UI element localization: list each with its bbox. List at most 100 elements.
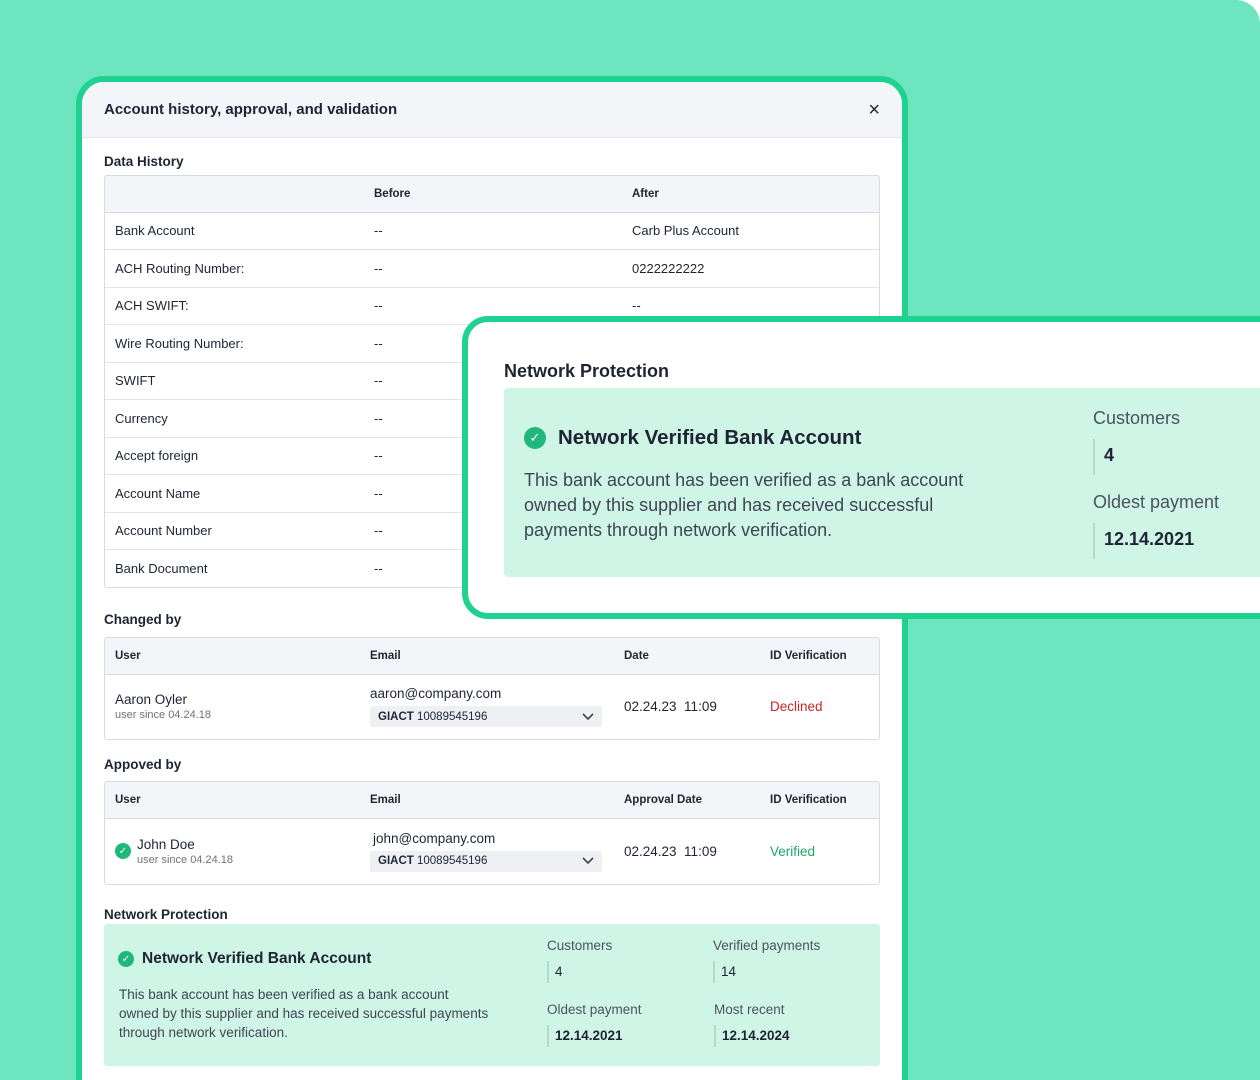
date-cell: 02.24.23 11:09 — [624, 843, 717, 859]
stat-label: Verified payments — [713, 938, 821, 953]
field-label: Bank Document — [115, 561, 208, 576]
changed-by-title: Changed by — [104, 612, 182, 627]
field-label: Account Name — [105, 474, 364, 513]
column-header-user: User — [105, 638, 360, 675]
giact-dropdown[interactable]: GIACT 10089545196 — [370, 850, 602, 872]
column-header-id-verification: ID Verification — [760, 782, 879, 819]
stat-label: Customers — [547, 938, 613, 953]
verified-check-icon: ✓ — [524, 427, 546, 449]
user-cell: ✓ John Doe user since 04.24.18 — [105, 818, 360, 884]
column-header-date: Date — [614, 638, 760, 675]
giact-text: GIACT 10089545196 — [378, 711, 487, 723]
changed-by-table: User Email Date ID Verification Aaron Oy… — [104, 637, 880, 740]
stat-value: 14 — [713, 961, 820, 983]
stat-most-recent: Most recent 12.14.2024 — [714, 1002, 790, 1047]
overlay-stat-oldest-payment: Oldest payment 12.14.2021 — [1093, 492, 1219, 559]
email-cell: aaron@company.com GIACT 10089545196 — [360, 674, 614, 739]
overlay-title: Network Protection — [504, 361, 670, 381]
column-header-before: Before — [364, 176, 622, 213]
user-info: John Doe user since 04.24.18 — [137, 837, 233, 866]
stat-customers: Customers 4 — [547, 938, 612, 983]
field-label: Accept foreign — [105, 437, 364, 475]
stat-label: Oldest payment — [547, 1002, 642, 1017]
user-name: John Doe — [137, 836, 195, 852]
giact-dropdown[interactable]: GIACT 10089545196 — [370, 706, 602, 728]
giact-text: GIACT 10089545196 — [378, 855, 487, 867]
email-cell: john@company.com GIACT 10089545196 — [360, 818, 614, 884]
field-label: ACH Routing Number: — [105, 249, 364, 288]
id-verification-cell: Verified — [760, 818, 879, 884]
table-row: Bank Account -- Carb Plus Account — [105, 212, 879, 250]
overlay-stat-customers: Customers 4 — [1093, 408, 1180, 475]
user-block: ✓ John Doe user since 04.24.18 — [115, 837, 350, 866]
user-email: aaron@company.com — [370, 686, 502, 702]
stat-label: Oldest payment — [1093, 492, 1220, 512]
network-verified-heading-row: ✓ Network Verified Bank Account — [118, 950, 371, 968]
changed-by-header-row: User Email Date ID Verification — [105, 638, 879, 675]
stat-value: 4 — [1093, 439, 1180, 475]
chevron-down-icon — [582, 854, 594, 868]
network-verified-heading: Network Verified Bank Account — [142, 950, 372, 967]
user-name: Aaron Oyler — [115, 692, 188, 708]
field-label: ACH SWIFT: — [105, 287, 364, 325]
giact-id: 10089545196 — [416, 855, 488, 868]
table-row: ✓ John Doe user since 04.24.18 john@comp… — [105, 818, 879, 884]
column-header-email: Email — [360, 638, 614, 675]
verified-check-icon: ✓ — [118, 951, 134, 967]
column-header-after: After — [622, 176, 879, 213]
overlay-heading-row: ✓ Network Verified Bank Account — [524, 426, 861, 450]
user-since: user since 04.24.18 — [115, 709, 212, 722]
giact-label: GIACT — [378, 855, 414, 868]
approved-by-header-row: User Email Approval Date ID Verification — [105, 782, 879, 819]
after-value: 0222222222 — [622, 249, 879, 288]
status-verified: Verified — [770, 843, 816, 859]
column-header-field — [105, 176, 364, 213]
giact-id: 10089545196 — [416, 710, 488, 723]
field-label: Currency — [105, 399, 364, 438]
field-label: Bank Account — [105, 212, 364, 250]
stat-value: 4 — [547, 961, 612, 983]
stat-value: 12.14.2024 — [714, 1025, 790, 1047]
field-label: Wire Routing Number: — [105, 324, 364, 363]
data-history-header-row: Before After — [105, 176, 879, 213]
network-protection-title: Network Protection — [104, 907, 228, 922]
status-declined: Declined — [770, 699, 823, 715]
column-header-approval-date: Approval Date — [614, 782, 760, 819]
id-verification-cell: Declined — [760, 674, 879, 739]
user-email: john@company.com — [373, 830, 496, 846]
stat-value: 12.14.2021 — [1093, 523, 1219, 559]
modal-header: Account history, approval, and validatio… — [82, 82, 902, 138]
column-header-user: User — [105, 782, 360, 819]
after-value: Carb Plus Account — [622, 212, 879, 250]
modal-title: Account history, approval, and validatio… — [104, 101, 398, 118]
table-row: Aaron Oyler user since 04.24.18 aaron@co… — [105, 674, 879, 739]
chevron-down-icon — [582, 710, 594, 724]
data-history-title: Data History — [104, 154, 184, 169]
before-value: -- — [364, 249, 622, 288]
overlay-heading: Network Verified Bank Account — [558, 426, 862, 449]
network-protection-zoom-card: Network Protection ✓ Network Verified Ba… — [462, 316, 1260, 619]
field-label: SWIFT — [105, 362, 364, 400]
network-verified-panel: ✓ Network Verified Bank Account This ban… — [104, 924, 880, 1066]
network-verified-description: This bank account has been verified as a… — [119, 987, 489, 1040]
verified-check-icon: ✓ — [115, 843, 131, 860]
stat-verified-payments: Verified payments 14 — [713, 938, 820, 983]
approved-by-table: User Email Approval Date ID Verification… — [104, 781, 880, 885]
user-cell: Aaron Oyler user since 04.24.18 — [105, 674, 360, 739]
stat-label: Customers — [1093, 408, 1181, 428]
overlay-description: This bank account has been verified as a… — [524, 470, 964, 540]
giact-label: GIACT — [378, 710, 414, 723]
before-value: -- — [364, 212, 622, 250]
date-cell: 02.24.23 11:09 — [624, 699, 717, 715]
table-row: ACH Routing Number: -- 0222222222 — [105, 249, 879, 288]
background-canvas: Account history, approval, and validatio… — [0, 0, 1260, 1080]
column-header-email: Email — [360, 782, 614, 819]
field-label: Account Number — [105, 512, 364, 550]
stat-oldest-payment: Oldest payment 12.14.2021 — [547, 1002, 642, 1047]
user-since: user since 04.24.18 — [137, 853, 234, 866]
approved-by-title: Appoved by — [104, 757, 182, 772]
close-icon[interactable]: × — [868, 100, 880, 120]
stat-value: 12.14.2021 — [547, 1025, 642, 1047]
stat-label: Most recent — [714, 1002, 785, 1017]
overlay-verified-panel: ✓ Network Verified Bank Account This ban… — [504, 388, 1260, 577]
